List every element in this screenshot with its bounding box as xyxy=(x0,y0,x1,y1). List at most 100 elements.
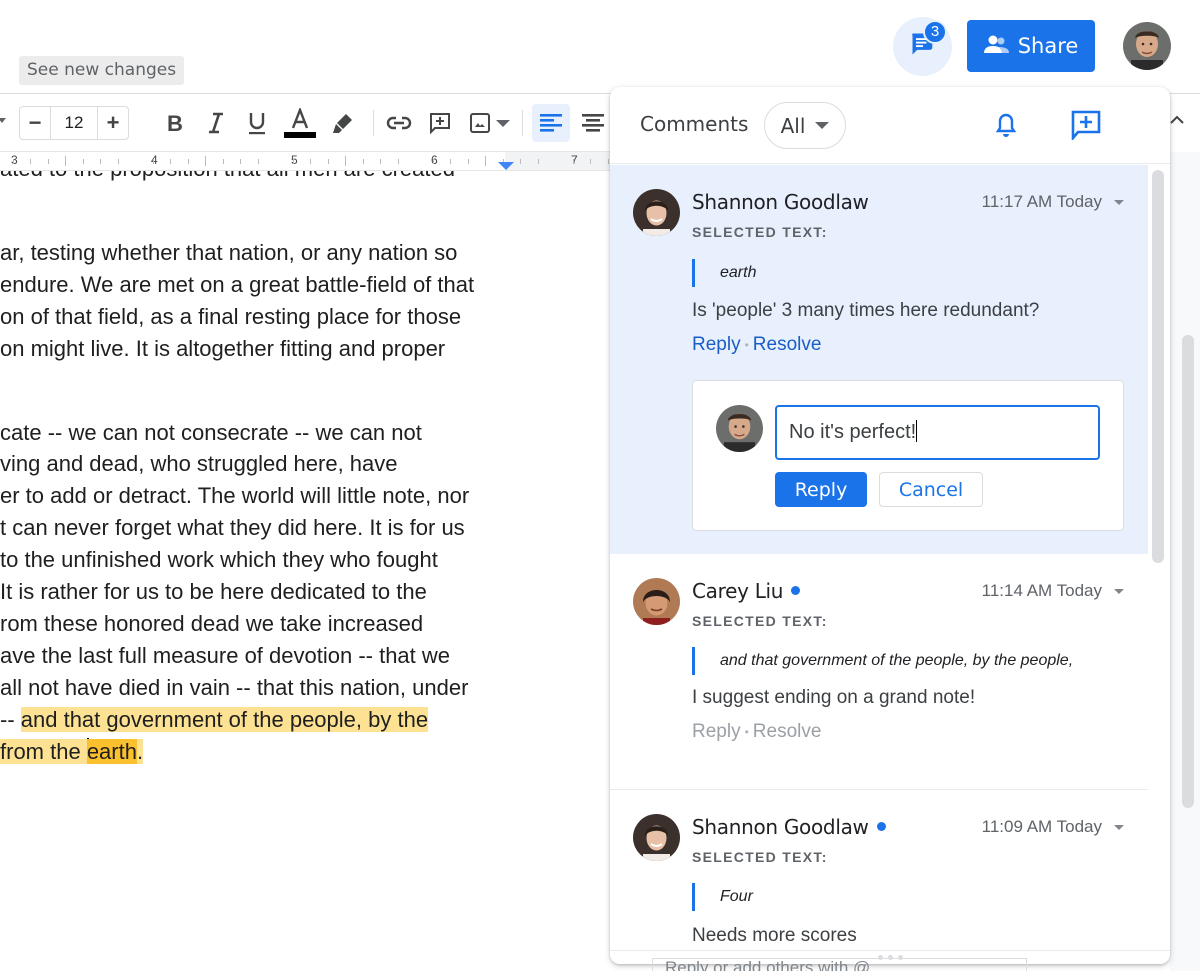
doc-line: ated to the proposition that all men are… xyxy=(0,171,455,184)
selected-text-label: SELECTED TEXT: xyxy=(692,224,828,240)
ruler-tick xyxy=(292,159,294,164)
ruler-tick xyxy=(607,159,609,164)
comment-thread[interactable]: Carey Liu 11:14 AM Today SELECTED TEXT: … xyxy=(610,554,1148,791)
comment-timestamp[interactable]: 11:14 AM Today xyxy=(982,581,1124,601)
comments-filter-dropdown[interactable]: All xyxy=(764,102,846,149)
ruler-tick xyxy=(257,159,259,164)
comment-thread[interactable]: Shannon Goodlaw 11:17 AM Today SELECTED … xyxy=(610,165,1148,554)
reply-link[interactable]: Reply xyxy=(692,334,741,356)
comments-scrollbar[interactable] xyxy=(1152,170,1164,563)
doc-line: cate -- we can not consecrate -- we can … xyxy=(0,420,422,445)
quoted-text: and that government of the people, by th… xyxy=(692,647,1073,675)
ruler-tick xyxy=(485,156,486,166)
ruler-tick xyxy=(12,159,14,164)
ruler-tick xyxy=(362,159,364,164)
font-dropdown-arrow-icon[interactable] xyxy=(0,118,6,123)
font-size-input[interactable]: 12 xyxy=(50,107,98,139)
document-scrollbar[interactable] xyxy=(1182,335,1194,808)
ruler-tick xyxy=(47,159,49,164)
toolbar-divider xyxy=(373,110,374,136)
active-comment-highlight[interactable]: earth xyxy=(86,739,137,764)
share-button[interactable]: Share xyxy=(967,20,1095,72)
separator: • xyxy=(744,725,749,739)
doc-text: -- xyxy=(0,707,21,732)
align-center-icon[interactable] xyxy=(576,106,610,140)
decrease-font-size-button[interactable]: − xyxy=(20,107,50,139)
reply-button[interactable]: Reply xyxy=(775,472,867,507)
text-color-icon[interactable] xyxy=(283,106,317,140)
ruler-tick xyxy=(432,159,434,164)
doc-line: to the unfinished work which they who fo… xyxy=(0,547,438,572)
cancel-button[interactable]: Cancel xyxy=(879,472,983,507)
comment-menu-arrow-icon[interactable] xyxy=(1114,199,1124,205)
open-comments-button[interactable]: 3 xyxy=(893,17,952,76)
comment-thread[interactable]: Shannon Goodlaw 11:09 AM Today SELECTED … xyxy=(610,790,1148,964)
doc-line: rom these honored dead we take increased xyxy=(0,611,424,636)
underlying-reply-input: Reply or add others with @ xyxy=(652,958,1027,971)
see-new-changes-button[interactable]: See new changes xyxy=(19,56,185,85)
ruler-tick xyxy=(65,156,66,166)
highlight-color-icon[interactable] xyxy=(326,106,360,140)
comment-timestamp[interactable]: 11:09 AM Today xyxy=(982,817,1124,837)
underline-icon[interactable] xyxy=(240,106,274,140)
svg-text:B: B xyxy=(167,112,183,134)
resolve-link[interactable]: Resolve xyxy=(753,721,822,743)
selected-text-label: SELECTED TEXT: xyxy=(692,613,828,629)
comment-author: Carey Liu xyxy=(692,579,801,603)
ruler-tick xyxy=(152,159,154,164)
ruler-tick xyxy=(30,159,31,164)
quoted-text: earth xyxy=(692,259,756,287)
new-comment-icon[interactable] xyxy=(1068,107,1104,143)
comment-timestamp[interactable]: 11:17 AM Today xyxy=(982,192,1124,212)
doc-line: ave the last full measure of devotion --… xyxy=(0,643,451,668)
timestamp-text: 11:14 AM Today xyxy=(981,581,1102,600)
people-icon xyxy=(983,34,1010,59)
chevron-down-icon xyxy=(815,122,830,129)
comment-text: I suggest ending on a grand note! xyxy=(692,687,976,708)
resolve-link[interactable]: Resolve xyxy=(753,334,822,356)
ruler-tick xyxy=(82,159,84,164)
ruler-tick xyxy=(222,159,224,164)
ruler-tick xyxy=(205,156,206,166)
ruler-tick xyxy=(345,156,346,166)
bold-icon[interactable]: B xyxy=(158,106,192,140)
text-cursor xyxy=(916,420,918,442)
comment-menu-arrow-icon[interactable] xyxy=(1114,588,1124,594)
increase-font-size-button[interactable]: + xyxy=(98,107,128,139)
comments-panel-title: Comments xyxy=(640,112,749,136)
filter-value: All xyxy=(780,113,806,138)
account-avatar[interactable] xyxy=(1123,22,1171,70)
ruler-tick xyxy=(100,159,101,164)
unread-dot-icon xyxy=(791,586,801,595)
ruler-tick xyxy=(537,159,539,164)
reply-input-value: No it's perfect! xyxy=(789,421,917,443)
collapse-toolbar-chevron-icon[interactable] xyxy=(1170,112,1184,126)
insert-link-icon[interactable] xyxy=(382,106,416,140)
ruler-tick xyxy=(467,159,469,164)
selected-text-label: SELECTED TEXT: xyxy=(692,849,828,865)
align-left-icon[interactable] xyxy=(532,104,570,142)
reply-link[interactable]: Reply xyxy=(692,721,741,743)
italic-icon[interactable] xyxy=(199,106,233,140)
notification-bell-icon[interactable] xyxy=(988,107,1024,143)
reply-form: No it's perfect! Reply Cancel xyxy=(692,380,1124,531)
commented-text-highlight[interactable]: and that government of the people, by th… xyxy=(20,707,429,732)
separator: • xyxy=(744,338,749,352)
doc-text: . xyxy=(136,739,144,764)
commented-text-highlight[interactable]: from the xyxy=(0,739,87,764)
comment-text: Is 'people' 3 many times here redundant? xyxy=(692,300,1040,321)
comment-menu-arrow-icon[interactable] xyxy=(1114,824,1124,830)
add-comment-icon[interactable] xyxy=(423,106,457,140)
avatar xyxy=(633,814,680,861)
ruler: 3 4 5 6 7 xyxy=(0,151,610,171)
timestamp-text: 11:17 AM Today xyxy=(981,192,1102,211)
document-body[interactable]: ated to the proposition that all men are… xyxy=(0,171,610,971)
reply-input[interactable]: No it's perfect! xyxy=(775,405,1100,460)
share-label: Share xyxy=(1017,34,1079,58)
right-indent-marker[interactable] xyxy=(498,162,514,170)
ruler-tick xyxy=(590,159,591,164)
comments-panel: Comments All Shannon Goodlaw 11:17 AM To… xyxy=(610,87,1170,964)
image-dropdown-arrow-icon[interactable] xyxy=(490,106,516,140)
ruler-tick xyxy=(397,159,399,164)
ruler-tick xyxy=(170,159,171,164)
